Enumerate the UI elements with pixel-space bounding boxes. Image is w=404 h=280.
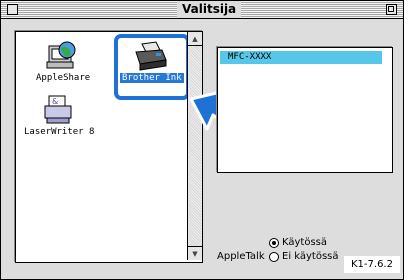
appletalk-active-label: Käytössä: [282, 237, 328, 248]
zoom-box-icon[interactable]: [386, 4, 397, 15]
appletalk-label: AppleTalk: [217, 251, 265, 262]
appleshare-globe-icon: [46, 41, 76, 69]
printer-list[interactable]: MFC-XXXX: [217, 47, 393, 173]
window-title: Valitsija: [177, 1, 242, 18]
title-bar[interactable]: Valitsija: [1, 1, 403, 19]
device-label-appleshare: AppleShare: [36, 73, 91, 83]
selection-highlight-box: [114, 34, 190, 100]
radio-on-icon[interactable]: [269, 237, 279, 248]
device-type-list[interactable]: AppleShare Brother Ink & LaserWriter 8 ▲: [15, 31, 203, 263]
device-appleshare[interactable]: AppleShare: [34, 40, 90, 83]
scroll-down-arrow-icon[interactable]: ▼: [188, 246, 202, 260]
device-label-laserwriter-8: LaserWriter 8: [24, 127, 95, 137]
close-box-icon[interactable]: [7, 4, 18, 15]
printer-list-item[interactable]: MFC-XXXX: [220, 51, 382, 64]
laserwriter-icon: &: [44, 95, 72, 124]
appletalk-active-option[interactable]: Käytössä: [269, 237, 327, 248]
version-label: K1-7.6.2: [344, 256, 400, 273]
appletalk-inactive-label: Ei käytössä: [282, 251, 339, 262]
device-laserwriter-8[interactable]: & LaserWriter 8: [22, 94, 94, 137]
radio-off-icon[interactable]: [269, 251, 279, 262]
appletalk-inactive-option[interactable]: Ei käytössä: [269, 251, 339, 262]
chooser-window: Valitsija AppleShare Brother Ink & Laser…: [0, 0, 404, 280]
scroll-up-arrow-icon[interactable]: ▲: [188, 32, 202, 46]
svg-text:&: &: [52, 97, 58, 106]
